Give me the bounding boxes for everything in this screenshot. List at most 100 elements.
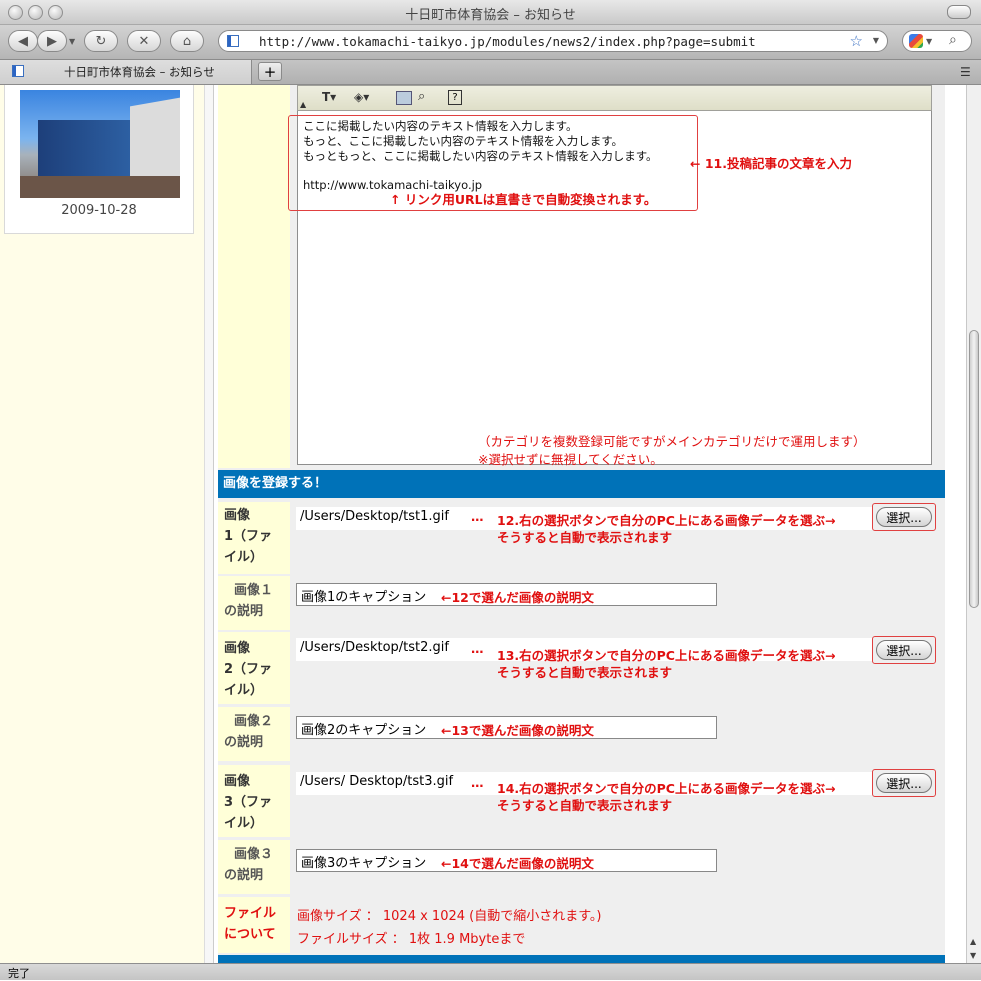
building-steps [20, 176, 180, 198]
left-column: 2009-10-28 [0, 85, 204, 963]
caption2-label: 画像２ の説明 [224, 711, 273, 753]
scroll-up-icon[interactable]: ▲ [970, 937, 976, 946]
reload-icon: ↻ [95, 33, 107, 49]
image2-file-label-cell: 画像 2（ファ イル） [218, 632, 290, 704]
forward-button[interactable]: ▶ [37, 30, 67, 52]
editor-line-1: ここに掲載したい内容のテキスト情報を入力します。 [303, 119, 578, 133]
tab-title: 十日町市体育協会 – お知らせ [64, 65, 215, 79]
label-line: 画像３ [234, 847, 274, 862]
editor-arrow-up-icon[interactable]: ▲ [300, 100, 306, 109]
editor-line-2: もっと、ここに掲載したい内容のテキスト情報を入力します。 [303, 134, 624, 148]
caption1-label: 画像１ の説明 [224, 580, 273, 622]
label-line: の説明 [224, 735, 264, 750]
image1-file-path: /Users/Desktop/tst1.gif [300, 509, 449, 524]
back-button[interactable]: ◀ [8, 30, 38, 52]
scroll-down-icon[interactable]: ▼ [970, 951, 976, 960]
label-line: ファイル [224, 906, 277, 921]
label-line: 2（ファ [224, 662, 273, 677]
label-line: イル） [224, 683, 264, 698]
bookmark-star-icon[interactable]: ☆ [850, 32, 863, 50]
step-13-note-2: そうすると自動で表示されます [497, 665, 673, 680]
stop-icon: ✕ [138, 33, 150, 49]
status-bar: 完了 [0, 963, 981, 980]
search-engine-icon[interactable] [909, 34, 923, 48]
image1-file-label-cell: 画像 1（ファ イル） [218, 502, 290, 574]
image2-file-label: 画像 2（ファ イル） [224, 638, 272, 701]
label-line: の説明 [224, 868, 264, 883]
tab-current[interactable]: 十日町市体育協会 – お知らせ [0, 60, 252, 84]
file-size-info: ファイルサイズ ： 1枚 1.9 Mbyteまで [297, 932, 526, 947]
search-icon[interactable]: ⌕ [949, 32, 957, 48]
back-arrow-icon: ◀ [18, 33, 28, 49]
label-line: について [224, 927, 276, 942]
zoom-search-icon[interactable]: ⌕ [418, 89, 425, 104]
search-engine-dropdown-icon[interactable]: ▼ [926, 37, 932, 46]
building-wall [130, 97, 180, 187]
search-box[interactable]: ▼ ⌕ [902, 30, 972, 52]
label-line: の説明 [224, 604, 264, 619]
tab-favicon-icon [12, 65, 24, 77]
toolbar-toggle-icon[interactable] [947, 5, 971, 19]
image-section-header: 画像を登録する！ [218, 470, 945, 498]
image1-choose-button[interactable]: 選択... [876, 507, 932, 527]
history-dropdown-icon[interactable]: ▼ [69, 37, 75, 46]
url-dropdown-icon[interactable]: ▼ [873, 36, 879, 45]
news-thumbnail-card[interactable]: 2009-10-28 [4, 85, 194, 234]
image3-file-label: 画像 3（ファ イル） [224, 771, 272, 834]
link-note: ↑ リンク用URLは直書きで自動変換されます。 [390, 192, 657, 207]
tab-bar: 十日町市体育協会 – お知らせ + ☰ [0, 60, 981, 85]
caption1-value: 画像1のキャプション [301, 590, 427, 605]
help-icon[interactable]: ? [448, 90, 462, 105]
label-line: 画像１ [234, 583, 274, 598]
section-footer-bar [218, 955, 945, 963]
label-line: イル） [224, 816, 264, 831]
forward-arrow-icon: ▶ [47, 33, 57, 49]
image2-choose-button[interactable]: 選択... [876, 640, 932, 660]
label-line: 1（ファ [224, 529, 273, 544]
label-line: 画像 [224, 508, 251, 523]
step-11-note: ← 11.投稿記事の文章を入力 [690, 156, 852, 171]
editor-label-cell [218, 85, 290, 468]
label-line: 画像 [224, 641, 251, 656]
scrollbar-thumb[interactable] [969, 330, 979, 608]
file-info-label: ファイル について [224, 903, 276, 945]
text-color-icon[interactable]: T▾ [322, 90, 336, 104]
image3-file-label-cell: 画像 3（ファ イル） [218, 765, 290, 837]
step-12-note-2: そうすると自動で表示されます [497, 530, 673, 545]
image3-dots: … [471, 775, 484, 790]
caption3-label: 画像３ の説明 [224, 844, 273, 886]
image-size-info: 画像サイズ ： 1024 x 1024 (自動で縮小されます。) [297, 909, 602, 924]
address-url: http://www.tokamachi-taikyo.jp/modules/n… [259, 34, 756, 49]
caption2-note: ←13で選んだ画像の説明文 [441, 723, 594, 738]
file-info-label-cell: ファイル について [218, 897, 290, 953]
category-note-1: （カテゴリを複数登録可能ですがメインカテゴリだけで運用します） [478, 434, 866, 449]
home-icon: ⌂ [182, 33, 192, 49]
caption1-label-cell: 画像１ の説明 [218, 576, 290, 630]
reload-button[interactable]: ↻ [84, 30, 118, 52]
home-button[interactable]: ⌂ [170, 30, 204, 52]
label-line: 画像 [224, 774, 251, 789]
image1-file-label: 画像 1（ファ イル） [224, 505, 272, 568]
stop-button[interactable]: ✕ [127, 30, 161, 52]
caption1-note: ←12で選んだ画像の説明文 [441, 590, 594, 605]
editor-line-3: もっともっと、ここに掲載したい内容のテキスト情報を入力します。 [303, 149, 658, 163]
tab-list-icon[interactable]: ☰ [960, 65, 971, 79]
vertical-scrollbar[interactable]: ▲ ▼ [966, 85, 981, 963]
building-photo[interactable] [20, 90, 180, 198]
label-line: 3（ファ [224, 795, 273, 810]
plus-icon: + [263, 63, 277, 81]
caption2-value: 画像2のキャプション [301, 723, 427, 738]
caption3-value: 画像3のキャプション [301, 856, 427, 871]
window-title: 十日町市体育協会 – お知らせ [405, 8, 576, 23]
browser-toolbar: ◀ ▶ ▼ ↻ ✕ ⌂ http://www.tokamachi-taikyo.… [0, 25, 981, 60]
caption2-label-cell: 画像２ の説明 [218, 707, 290, 761]
page-content: 2009-10-28 ▲ T▾ ◈▾ ⌕ ? ここに掲載したい内容のテキスト情報… [0, 85, 966, 963]
bg-color-icon[interactable]: ◈▾ [354, 90, 369, 104]
address-bar[interactable]: http://www.tokamachi-taikyo.jp/modules/n… [218, 30, 888, 52]
building-facade [38, 120, 143, 180]
new-tab-button[interactable]: + [258, 62, 282, 81]
preview-icon[interactable] [396, 91, 412, 105]
image3-choose-button[interactable]: 選択... [876, 773, 932, 793]
site-favicon-icon [227, 35, 239, 47]
label-line: 画像２ [234, 714, 274, 729]
